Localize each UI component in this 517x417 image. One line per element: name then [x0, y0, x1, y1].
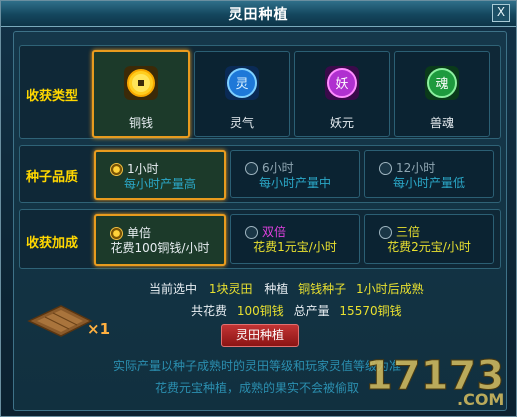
beast-soul-glyph: 魂	[435, 76, 448, 92]
seed-option-12h[interactable]: 12小时 每小时产量低	[364, 150, 494, 198]
summary-output-label: 总产量	[293, 304, 330, 318]
seed-option-title: 12小时	[396, 161, 436, 175]
summary-plant-label: 种植	[264, 282, 289, 296]
seed-option-desc: 每小时产量低	[392, 176, 465, 190]
harvest-type-row: 收获类型 铜钱 灵 灵气 妖 妖元 魂 兽魂	[19, 45, 501, 139]
demon-essence-glyph: 妖	[335, 77, 348, 92]
seed-quality-label: 种子品质	[26, 170, 79, 185]
plant-dialog: 灵田种植 X 收获类型 铜钱 灵 灵气 妖 妖元 魂 兽魂 种子品质 1小时 每…	[0, 0, 517, 417]
seed-quality-row: 种子品质 1小时 每小时产量高 6小时 每小时产量中 12小时 每小时产量低	[19, 145, 501, 203]
spirit-qi-icon: 灵	[225, 66, 259, 100]
bonus-option-triple[interactable]: 三倍 花费2元宝/小时	[364, 214, 494, 264]
seed-option-title: 6小时	[262, 161, 294, 175]
copper-coin-icon	[124, 66, 158, 100]
summary-line-1: 当前选中 1块灵田 种植 铜钱种子 1小时后成熟	[149, 280, 424, 297]
bonus-option-desc: 花费1元宝/小时	[253, 240, 337, 254]
demon-essence-icon: 妖	[325, 66, 359, 100]
harvest-option-label: 兽魂	[429, 116, 454, 130]
bonus-option-single[interactable]: 单倍 花费100铜钱/小时	[94, 214, 226, 266]
bonus-option-title: 三倍	[396, 225, 421, 239]
harvest-option-label: 灵气	[229, 116, 254, 130]
bonus-option-desc: 花费2元宝/小时	[387, 240, 471, 254]
harvest-option-label: 妖元	[329, 116, 354, 130]
bonus-option-title: 双倍	[262, 225, 287, 239]
note-line-2: 花费元宝种植，成熟的果实不会被偷取	[155, 381, 360, 395]
harvest-option-demon-essence[interactable]: 妖 妖元	[294, 51, 390, 137]
field-count: ×1	[87, 320, 111, 338]
summary-current-label: 当前选中	[149, 282, 198, 296]
summary-seed: 铜钱种子	[298, 282, 347, 296]
summary-cost-label: 共花费	[191, 304, 228, 318]
close-button[interactable]: X	[492, 4, 510, 22]
title-bar[interactable]: 灵田种植 X	[1, 1, 516, 27]
summary-mature-time: 1小时后成熟	[356, 282, 424, 296]
seed-option-6h[interactable]: 6小时 每小时产量中	[230, 150, 360, 198]
bonus-option-double[interactable]: 双倍 花费1元宝/小时	[230, 214, 360, 264]
summary-output-value: 15570铜钱	[339, 304, 402, 318]
bonus-option-desc: 花费100铜钱/小时	[110, 241, 210, 255]
harvest-bonus-label: 收获加成	[26, 236, 79, 251]
spirit-qi-glyph: 灵	[235, 77, 248, 92]
harvest-option-spirit-qi[interactable]: 灵 灵气	[194, 51, 290, 137]
site-watermark-logo: 17173 .COM	[365, 353, 505, 410]
spirit-field-tile-icon	[27, 305, 93, 337]
dialog-title: 灵田种植	[228, 7, 289, 23]
beast-soul-icon: 魂	[425, 66, 459, 100]
seed-option-desc: 每小时产量中	[258, 176, 331, 190]
harvest-option-copper[interactable]: 铜钱	[92, 50, 190, 138]
harvest-bonus-row: 收获加成 单倍 花费100铜钱/小时 双倍 花费1元宝/小时 三倍 花费2元宝/…	[19, 209, 501, 269]
harvest-type-label: 收获类型	[26, 89, 79, 104]
seed-option-desc: 每小时产量高	[123, 177, 196, 191]
harvest-option-label: 铜钱	[128, 116, 153, 130]
bonus-option-title: 单倍	[127, 226, 152, 240]
seed-option-1h[interactable]: 1小时 每小时产量高	[94, 150, 226, 200]
seed-option-title: 1小时	[127, 162, 159, 176]
summary-cost-value: 100铜钱	[236, 304, 284, 318]
summary-field-count: 1块灵田	[208, 282, 253, 296]
harvest-option-beast-soul[interactable]: 魂 兽魂	[394, 51, 490, 137]
plant-button[interactable]: 灵田种植	[221, 324, 299, 347]
watermark-sub: .COM	[457, 390, 504, 409]
summary-line-2: 共花费 100铜钱 总产量 15570铜钱	[191, 302, 402, 319]
